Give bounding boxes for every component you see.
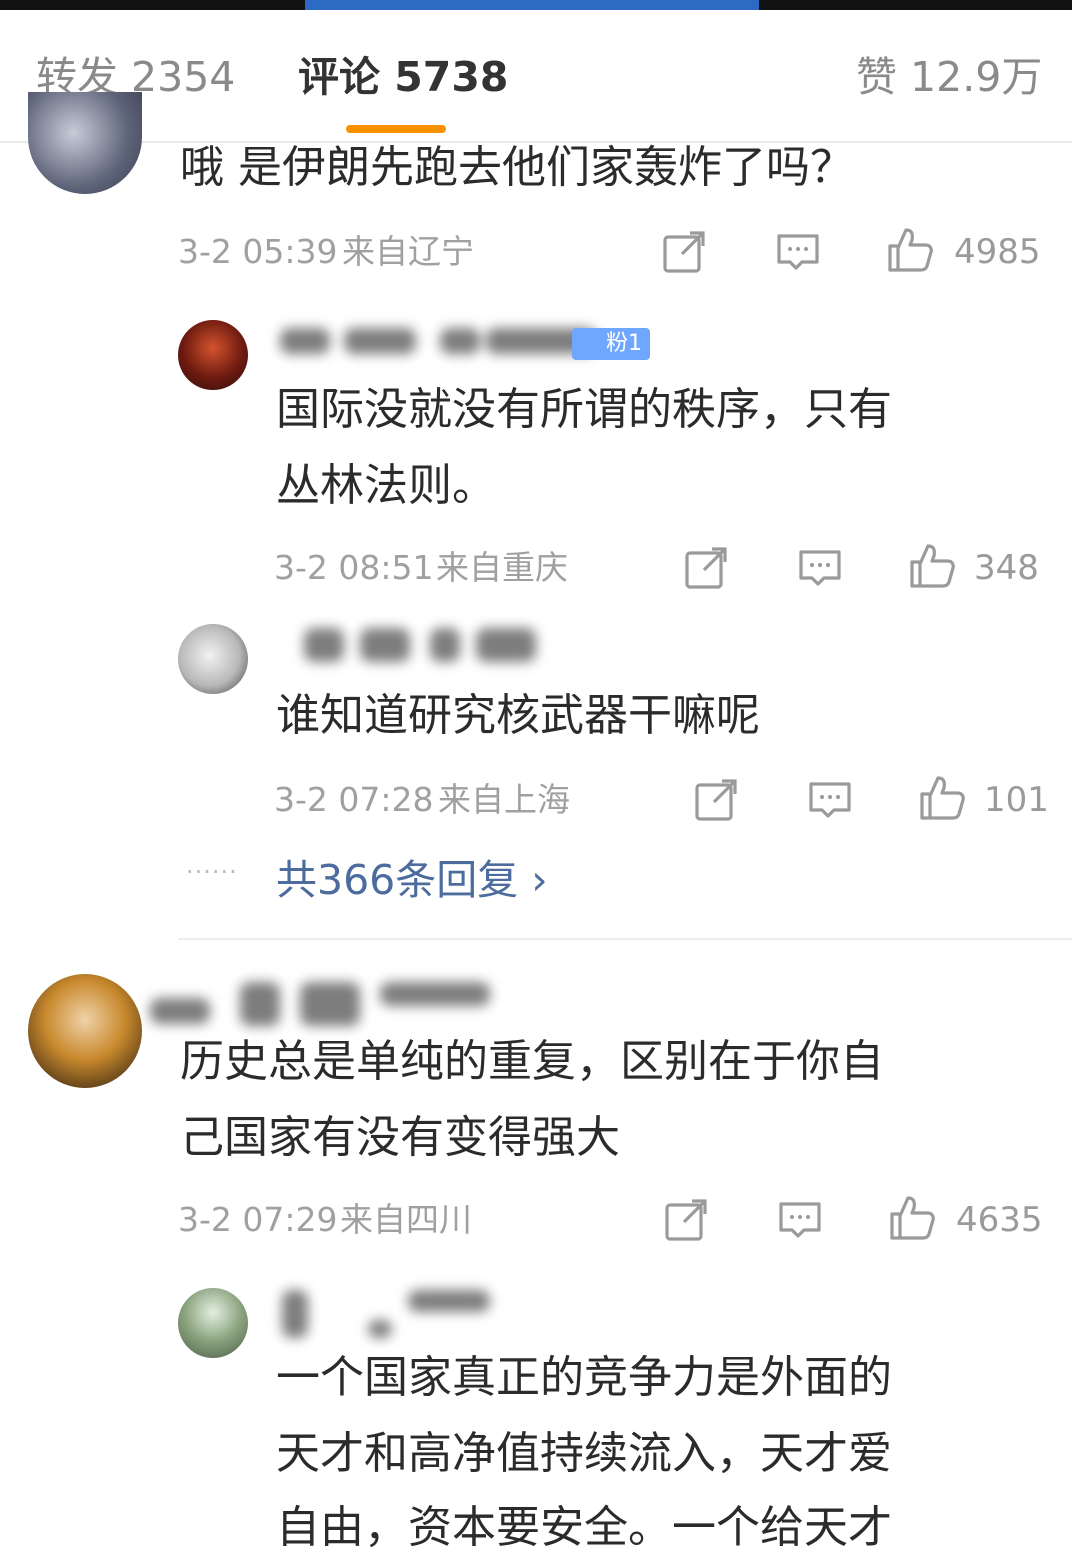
comment-location: 来自四川 (340, 1200, 472, 1239)
avatar[interactable] (178, 1288, 248, 1358)
reply-location: 来自重庆 (436, 548, 568, 587)
comment-time: 3-2 07:29 (178, 1200, 338, 1239)
tab-like[interactable]: 赞 12.9万 (856, 48, 1042, 106)
thumbs-up-icon[interactable] (908, 542, 956, 590)
reply-time: 3-2 07:28 (274, 780, 434, 819)
reply-icon[interactable] (806, 776, 854, 824)
reply-icon[interactable] (774, 228, 822, 276)
fan-badge: 粉1 (572, 328, 650, 360)
comment-location: 来自辽宁 (342, 232, 474, 271)
comment-text-line: 历史总是单纯的重复，区别在于你自 (180, 1036, 884, 1087)
thread-dots: ······ (186, 858, 238, 886)
reply-text-line: 丛林法则。 (276, 460, 496, 511)
repost-icon[interactable] (692, 776, 740, 824)
avatar[interactable] (178, 320, 248, 390)
like-count: 4635 (956, 1200, 1043, 1240)
top-status-bar (0, 0, 1072, 10)
thumbs-up-icon[interactable] (888, 1194, 936, 1242)
reply-text-line: 天才和高净值持续流入，天才爱 (276, 1428, 892, 1479)
comment-time: 3-2 05:39 (178, 232, 338, 271)
username-blurred (278, 1290, 494, 1338)
reply-text-line: 自由，资本要安全。一个给天才 (276, 1502, 892, 1553)
repost-icon[interactable] (660, 228, 708, 276)
reply-location: 来自上海 (438, 780, 570, 819)
more-replies-link[interactable]: 共366条回复 › (276, 855, 548, 905)
comment-text: 哦 是伊朗先跑去他们家轰炸了吗？ (180, 142, 854, 193)
reply-time: 3-2 08:51 (274, 548, 434, 587)
username-blurred (150, 982, 490, 1026)
active-tab-indicator (346, 125, 446, 133)
thumbs-up-icon[interactable] (886, 226, 934, 274)
reply-icon[interactable] (796, 544, 844, 592)
avatar[interactable] (28, 92, 142, 194)
reply-text-line: 一个国家真正的竞争力是外面的 (276, 1352, 892, 1403)
reply-text-line: 国际没就没有所谓的秩序，只有 (276, 384, 892, 435)
repost-icon[interactable] (682, 544, 730, 592)
like-count: 4985 (954, 232, 1041, 272)
avatar[interactable] (28, 974, 142, 1088)
comment-divider (178, 938, 1072, 940)
username-blurred (280, 328, 610, 354)
comment-text-line: 己国家有没有变得强大 (180, 1112, 620, 1163)
username-blurred (290, 628, 540, 662)
reply-text-line: 谁知道研究核武器干嘛呢 (276, 690, 760, 741)
reply-icon[interactable] (776, 1196, 824, 1244)
tab-comment[interactable]: 评论 5738 (298, 48, 508, 106)
like-count: 101 (984, 780, 1049, 820)
like-count: 348 (974, 548, 1039, 588)
thumbs-up-icon[interactable] (918, 774, 966, 822)
repost-icon[interactable] (662, 1196, 710, 1244)
detail-tabs: 转发 2354 评论 5738 赞 12.9万 (0, 10, 1072, 143)
avatar[interactable] (178, 624, 248, 694)
loading-progress (305, 0, 759, 10)
